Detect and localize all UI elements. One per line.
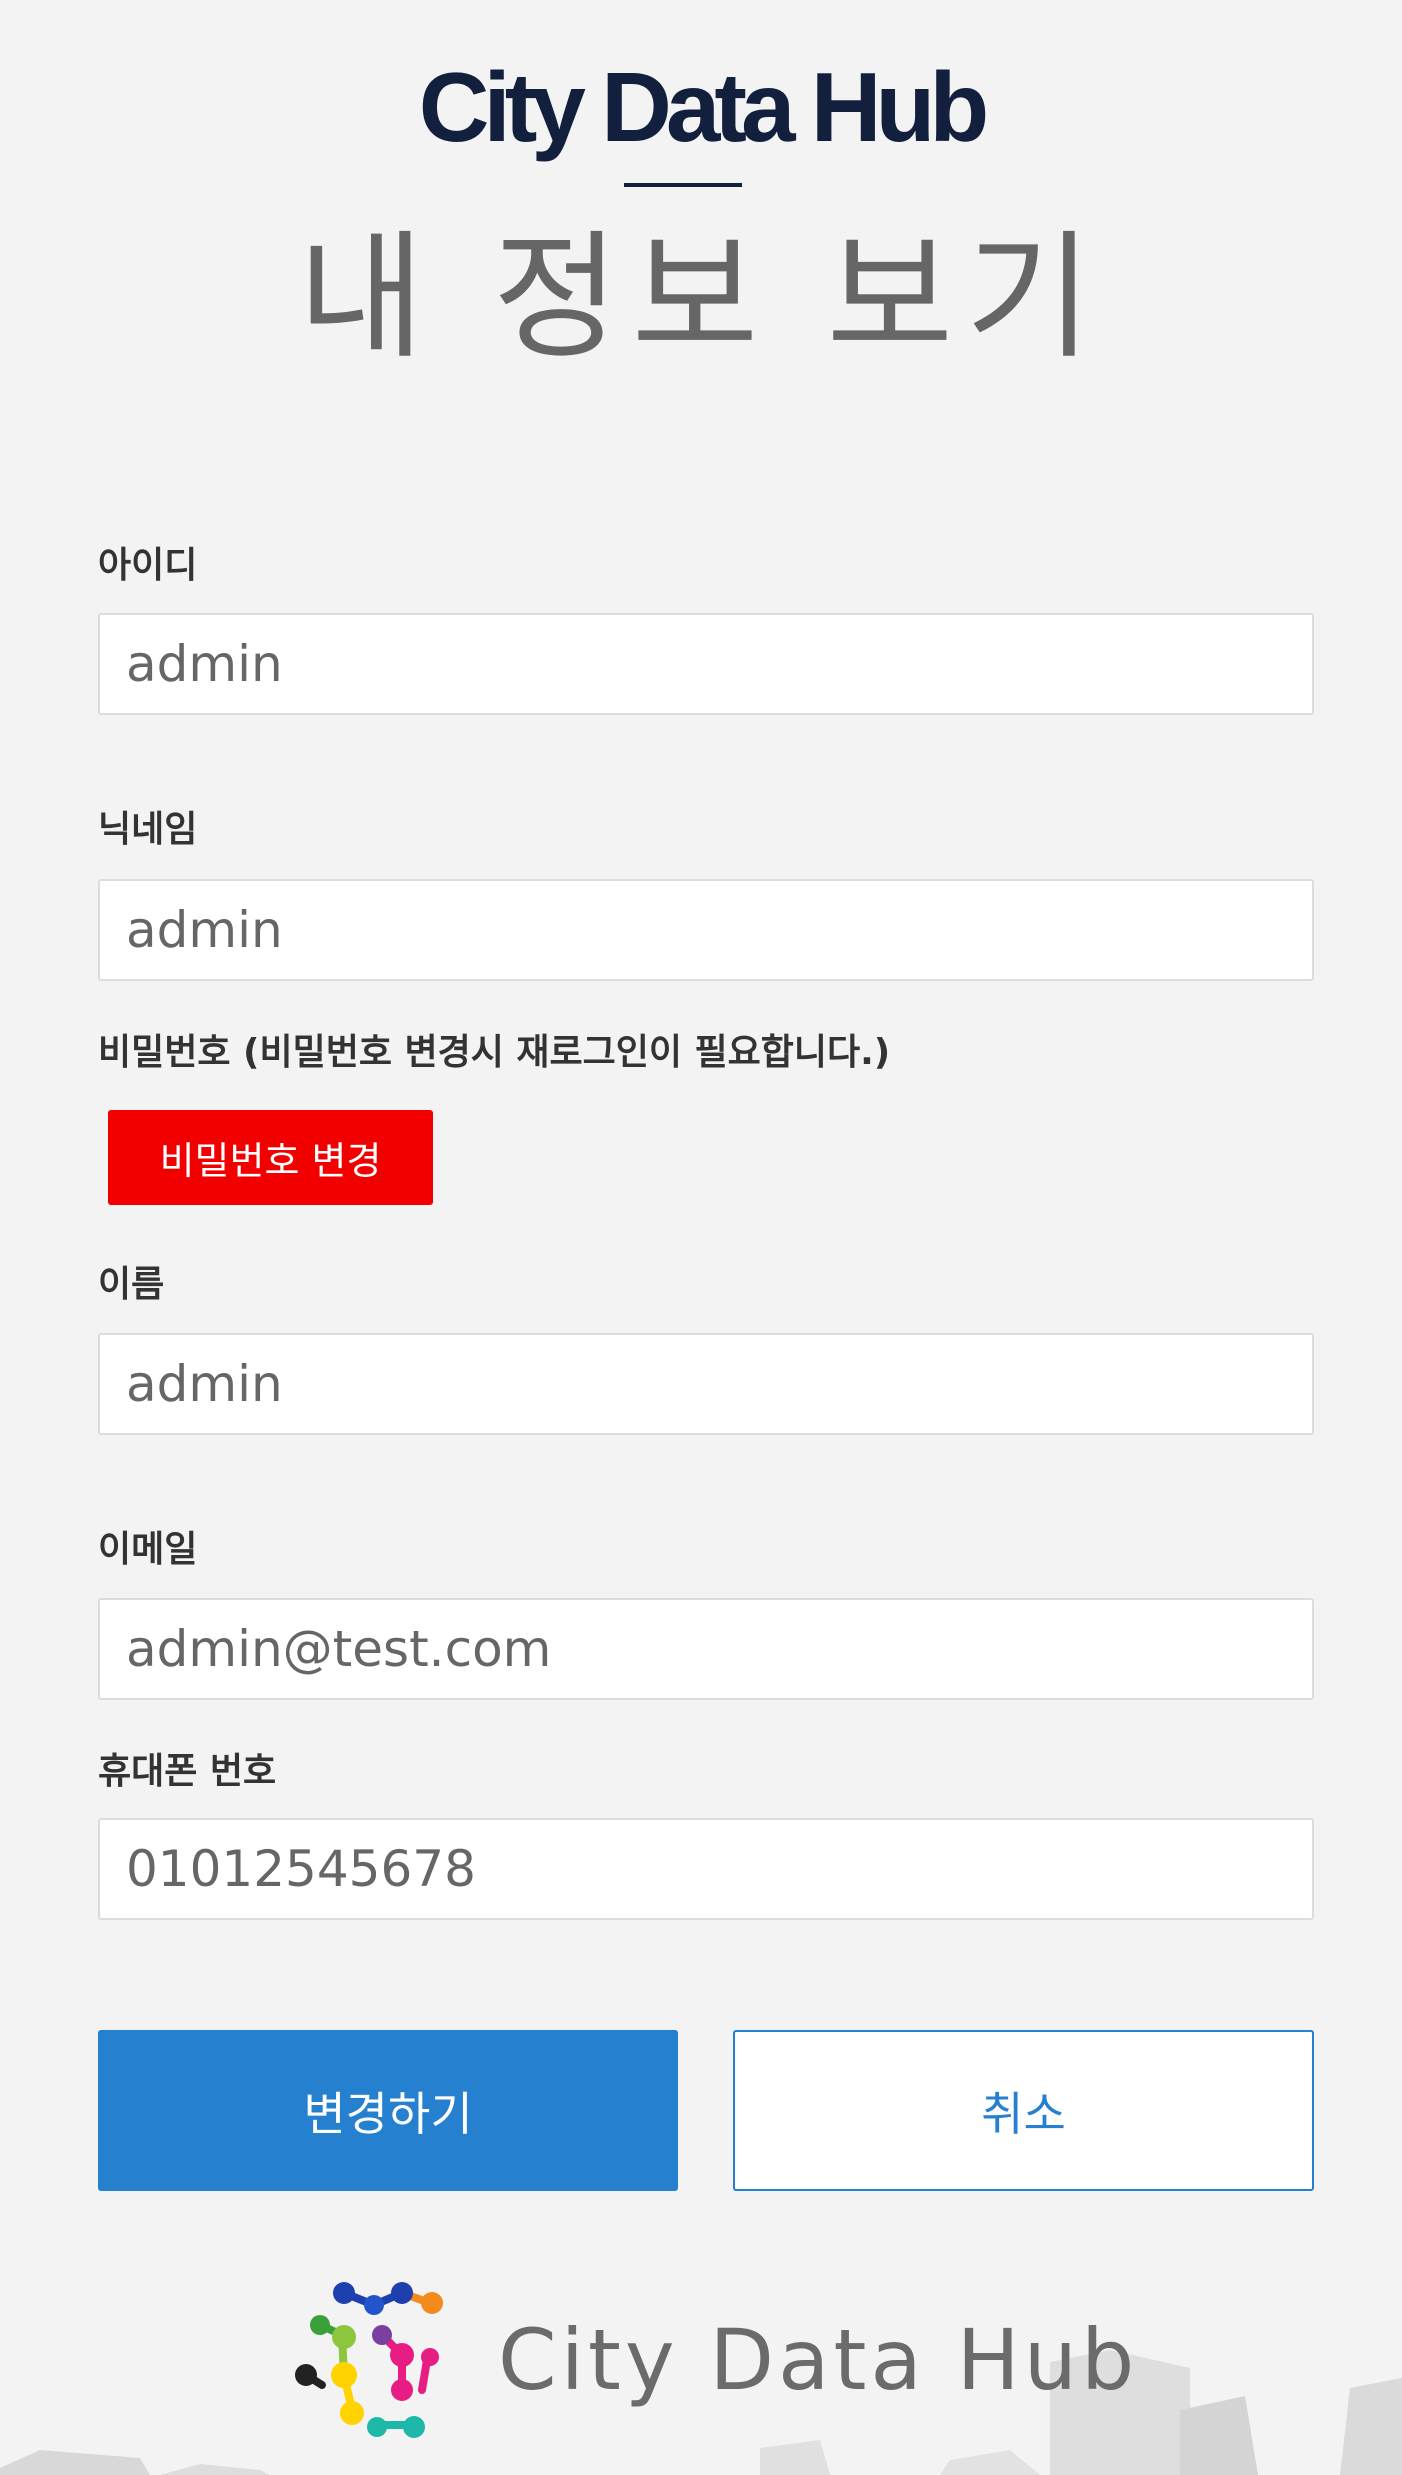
email-field[interactable]: [98, 1598, 1314, 1700]
molecule-logo-icon: [295, 2282, 443, 2438]
name-label: 이름: [98, 1264, 165, 1305]
password-label: 비밀번호 (비밀번호 변경시 재로그인이 필요합니다.): [98, 1032, 891, 1073]
email-label: 이메일: [98, 1529, 198, 1570]
nickname-label: 닉네임: [98, 809, 198, 850]
name-field[interactable]: [98, 1333, 1314, 1435]
my-info-page: City Data Hub 내 정보 보기 아이디 닉네임 비밀번호 (비밀번호…: [0, 0, 1402, 2475]
page-title: 내 정보 보기: [297, 217, 1105, 378]
phone-field[interactable]: [98, 1818, 1314, 1920]
phone-label: 휴대폰 번호: [98, 1751, 277, 1792]
brand-title: City Data Hub: [418, 52, 990, 162]
brand-underline: [624, 183, 742, 187]
submit-button[interactable]: 변경하기: [98, 2030, 678, 2191]
footer-brand-text: City Data Hub: [498, 2311, 1139, 2409]
id-label: 아이디: [98, 545, 198, 586]
change-password-button[interactable]: 비밀번호 변경: [108, 1110, 433, 1205]
cancel-button[interactable]: 취소: [733, 2030, 1314, 2191]
id-field[interactable]: [98, 613, 1314, 715]
nickname-field[interactable]: [98, 879, 1314, 981]
